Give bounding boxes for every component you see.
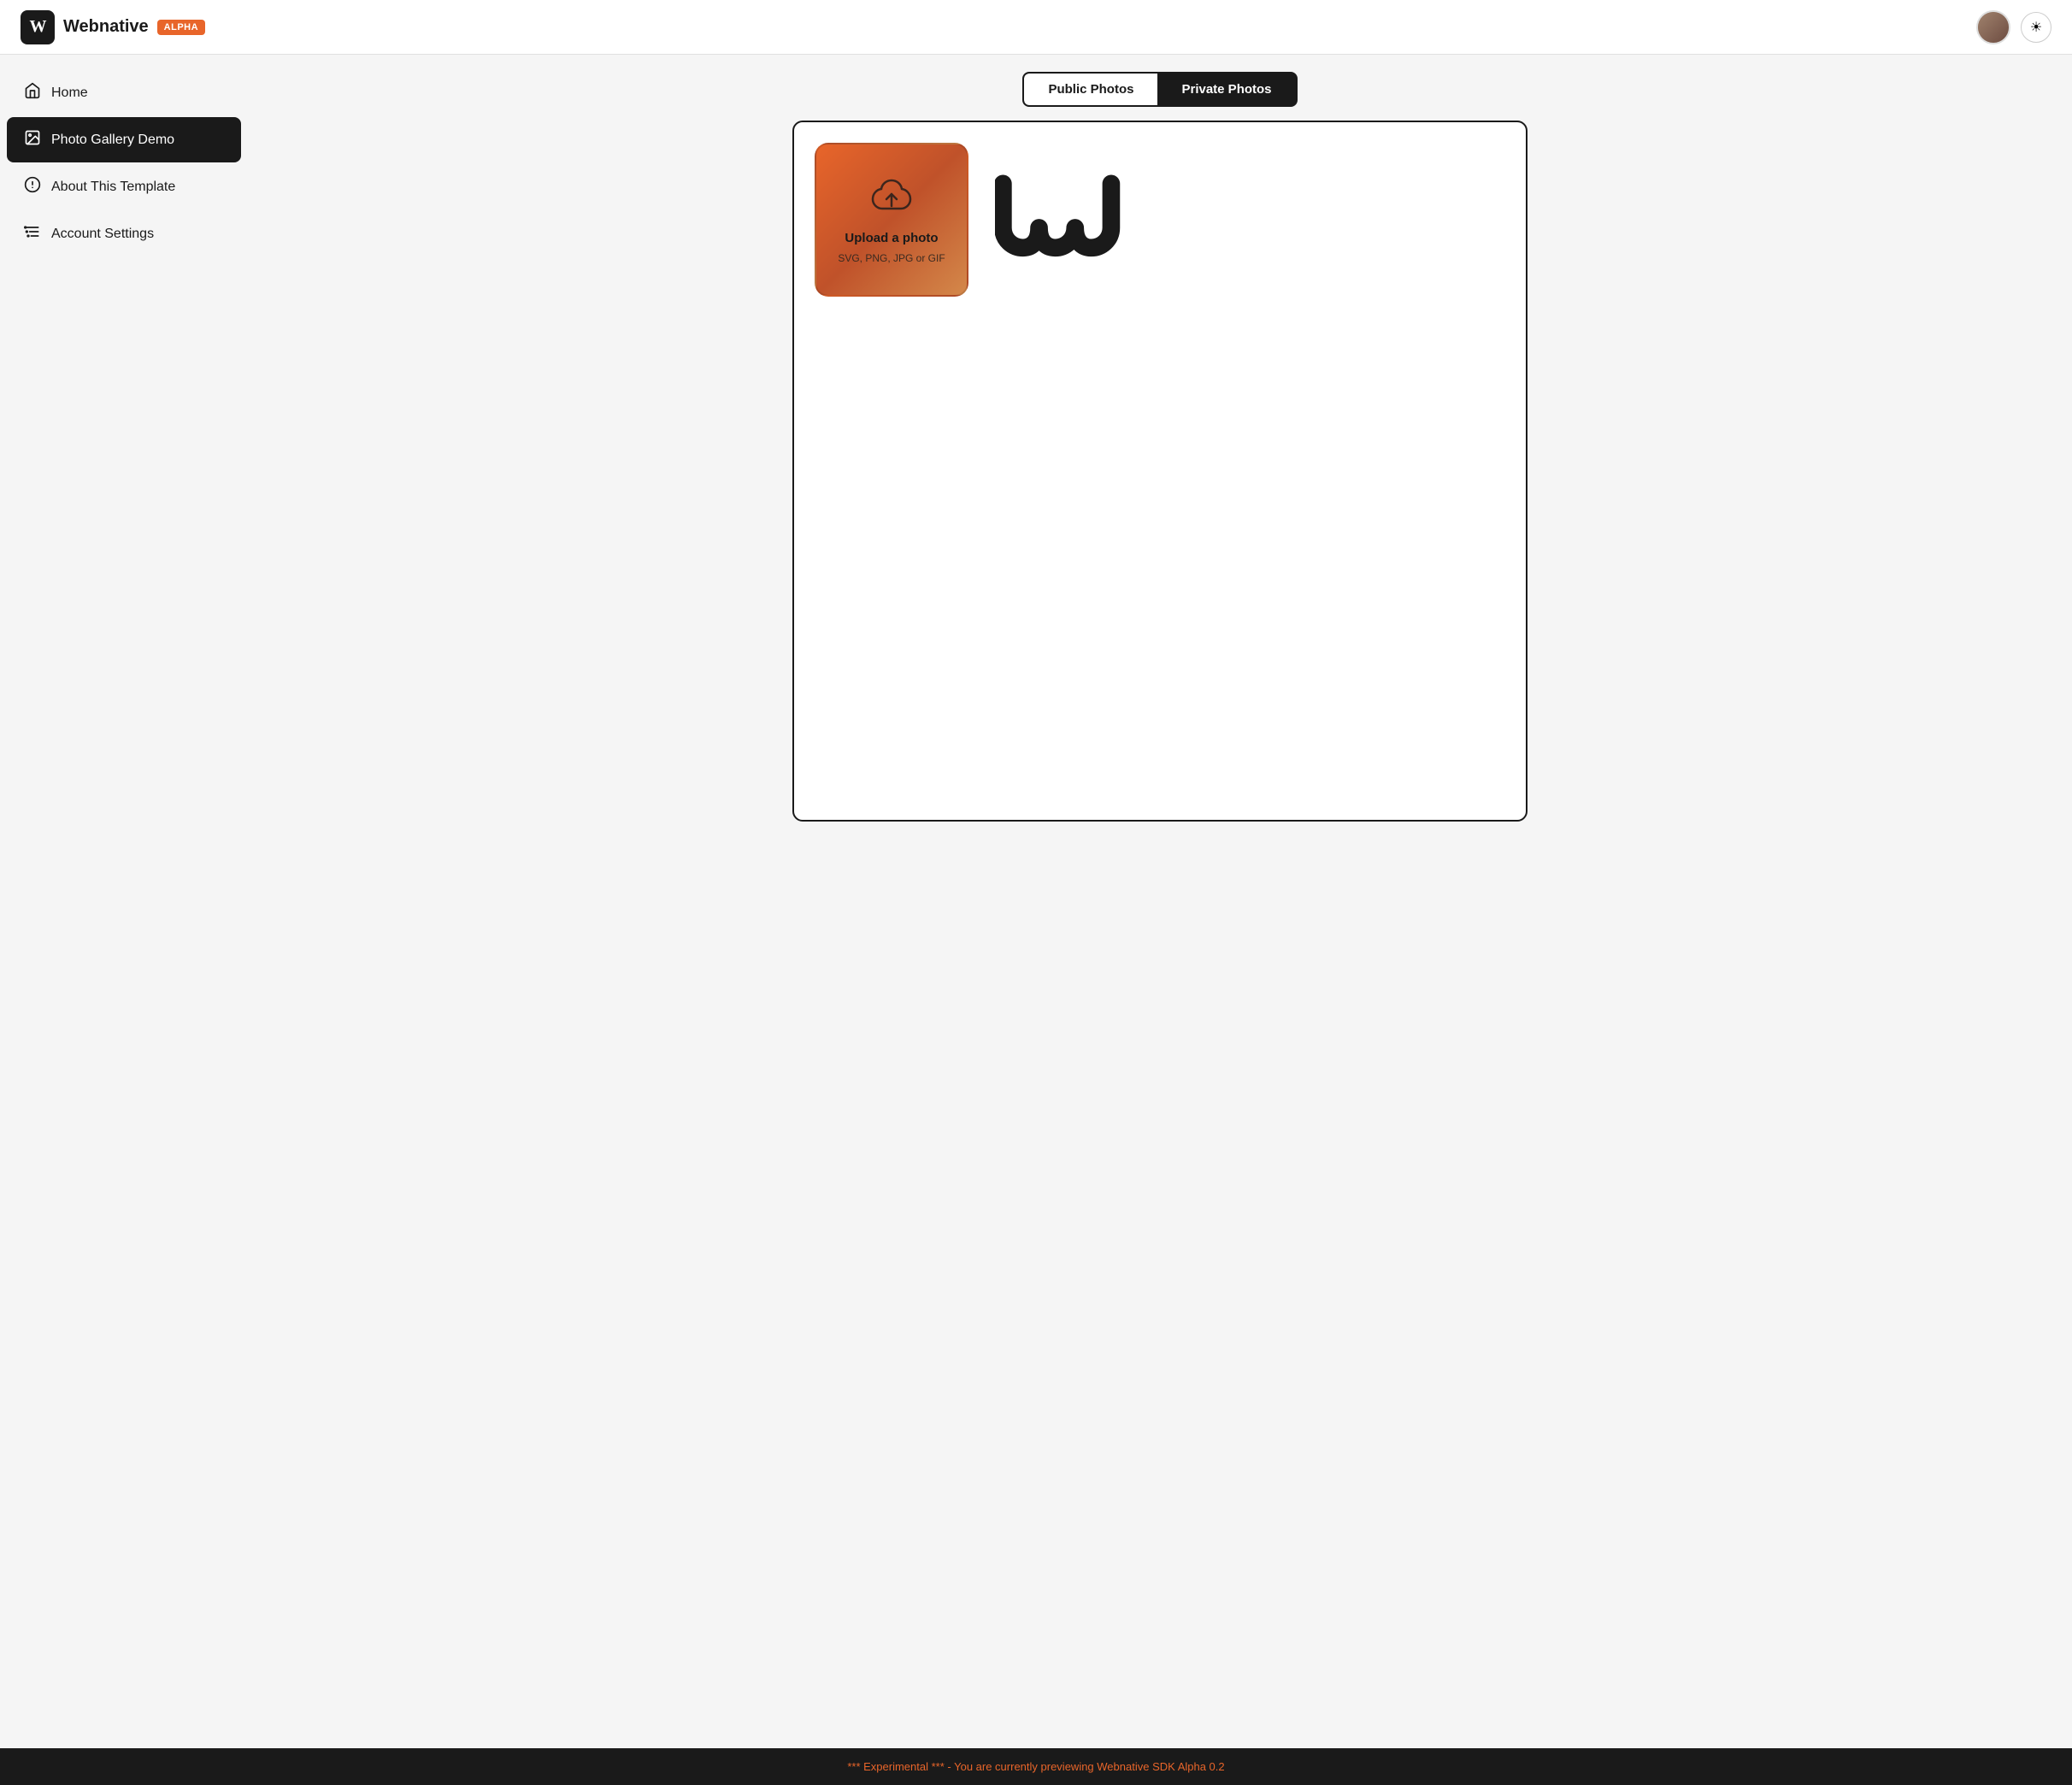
footer: *** Experimental *** - You are currently… <box>0 1748 2072 1785</box>
header-right: ☀ <box>1976 10 2051 44</box>
header-left: W Webnative ALPHA <box>21 10 205 44</box>
alpha-badge: ALPHA <box>157 20 205 35</box>
logo-icon: W <box>30 17 46 37</box>
sun-icon: ☀ <box>2030 19 2042 36</box>
avatar-image <box>1978 12 2009 43</box>
gallery-grid: Upload a photo SVG, PNG, JPG or GIF <box>815 143 1505 297</box>
upload-title: Upload a photo <box>845 231 938 245</box>
sidebar-item-about-label: About This Template <box>51 180 175 195</box>
upload-cloud-icon <box>869 175 914 224</box>
settings-icon <box>24 223 41 244</box>
header: W Webnative ALPHA ☀ <box>0 0 2072 55</box>
avatar[interactable] <box>1976 10 2010 44</box>
photo-icon <box>24 129 41 150</box>
sidebar-item-home[interactable]: Home <box>7 70 241 115</box>
brand-name: Webnative <box>63 17 149 37</box>
gallery-image-webnative-logo[interactable] <box>982 143 1136 297</box>
sidebar: Home Photo Gallery Demo About This Templ… <box>0 55 248 1748</box>
sidebar-item-about-template[interactable]: About This Template <box>7 164 241 209</box>
upload-card-inner: Upload a photo SVG, PNG, JPG or GIF <box>838 175 945 264</box>
sidebar-item-photo-gallery-demo[interactable]: Photo Gallery Demo <box>7 117 241 162</box>
logo-box: W <box>21 10 55 44</box>
upload-card[interactable]: Upload a photo SVG, PNG, JPG or GIF <box>815 143 968 297</box>
footer-text: *** Experimental *** - You are currently… <box>847 1760 1224 1773</box>
info-icon <box>24 176 41 197</box>
tab-private-photos[interactable]: Private Photos <box>1157 74 1295 105</box>
home-icon <box>24 82 41 103</box>
sidebar-item-account-settings[interactable]: Account Settings <box>7 211 241 256</box>
upload-subtitle: SVG, PNG, JPG or GIF <box>838 252 945 264</box>
sidebar-item-home-label: Home <box>51 85 88 101</box>
main-content: Public Photos Private Photos <box>248 55 2072 1748</box>
theme-toggle-button[interactable]: ☀ <box>2021 12 2051 43</box>
gallery-box: Upload a photo SVG, PNG, JPG or GIF <box>792 121 1528 822</box>
sidebar-item-photo-gallery-label: Photo Gallery Demo <box>51 133 174 148</box>
sidebar-item-account-label: Account Settings <box>51 227 154 242</box>
tab-public-photos[interactable]: Public Photos <box>1024 74 1157 105</box>
tabs-container: Public Photos Private Photos <box>1022 72 1297 107</box>
webnative-logo-svg <box>995 164 1123 275</box>
main-container: Home Photo Gallery Demo About This Templ… <box>0 55 2072 1748</box>
